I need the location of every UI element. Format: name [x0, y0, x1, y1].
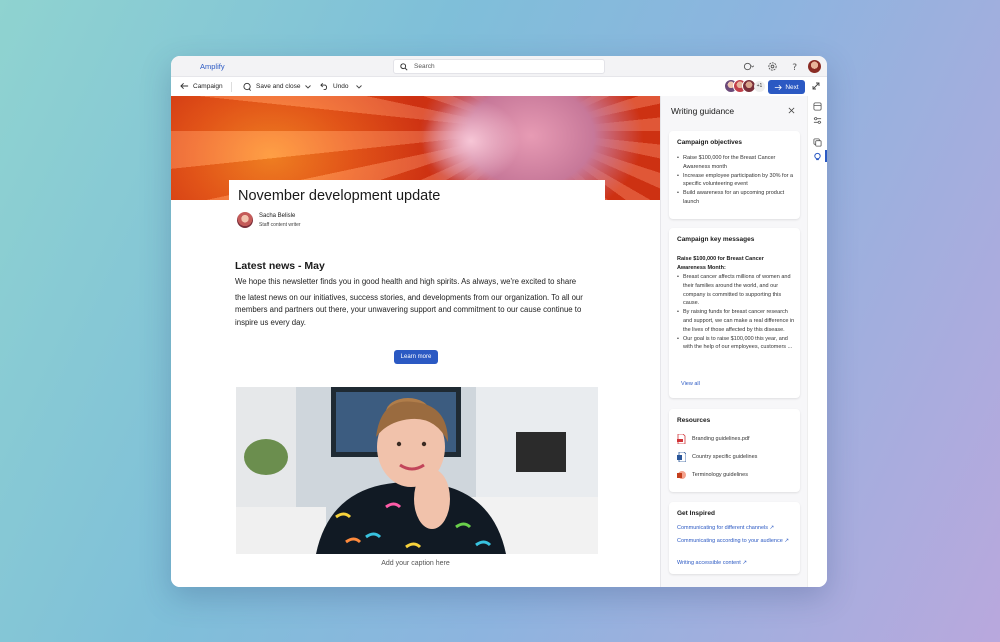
word-doc-icon	[677, 452, 686, 462]
card-title: Campaign objectives	[677, 139, 743, 146]
paragraph: We hope this newsletter finds you in goo…	[235, 277, 577, 286]
active-tab-indicator	[825, 150, 827, 162]
learn-more-button[interactable]: Learn more	[394, 350, 438, 364]
card-title: Resources	[677, 417, 711, 424]
resource-label: Country specific guidelines	[692, 454, 758, 460]
external-link-icon: ↗	[769, 525, 775, 531]
image-caption[interactable]: Add your caption here	[171, 560, 660, 567]
layout-icon[interactable]	[813, 102, 822, 111]
link-text[interactable]: Writing accessible content	[677, 560, 741, 566]
chevron-down-icon[interactable]	[356, 85, 362, 89]
list-item: By raising funds for breast cancer resea…	[677, 308, 795, 334]
author-avatar	[237, 212, 253, 228]
svg-text:?: ?	[792, 62, 797, 72]
inspiration-link[interactable]: Communicating for different channels ↗	[677, 524, 795, 533]
collaborator-count[interactable]: +1	[754, 81, 765, 92]
get-inspired-card: Get Inspired Communicating for different…	[669, 502, 800, 574]
title-card: November development update Sacha Belisl…	[229, 180, 605, 238]
save-label: Save and close	[256, 83, 301, 90]
copilot-icon[interactable]	[743, 61, 754, 72]
search-icon	[400, 63, 408, 71]
resource-item[interactable]: Country specific guidelines	[677, 452, 757, 462]
powerpoint-icon	[677, 471, 686, 479]
key-message-subtitle: Raise $100,000 for Breast Cancer Awarene…	[677, 256, 764, 271]
author-name: Sacha Belisle	[259, 213, 296, 219]
objectives-list: Raise $100,000 for the Breast Cancer Awa…	[677, 154, 795, 207]
paragraph: the latest news on our initiatives, succ…	[235, 293, 583, 327]
card-title: Get Inspired	[677, 510, 715, 517]
list-item: Increase employee participation by 30% f…	[677, 172, 795, 190]
chevron-down-icon[interactable]	[305, 85, 311, 89]
app-name[interactable]: Amplify	[200, 62, 225, 71]
resource-label: Branding guidelines.pdf	[692, 436, 750, 442]
undo-icon	[320, 82, 328, 90]
next-label: Next	[785, 83, 799, 91]
next-button[interactable]: Next	[768, 80, 805, 94]
key-messages-list: Breast cancer affects millions of women …	[677, 273, 795, 352]
author-role: Staff content writer	[259, 222, 301, 228]
external-link-icon: ↗	[742, 560, 747, 566]
arrow-right-icon	[775, 84, 783, 90]
pane-title: Writing guidance	[671, 106, 735, 116]
toolbar-divider	[231, 82, 232, 92]
section-heading[interactable]: Latest news - May	[235, 260, 325, 272]
newsletter-headline[interactable]: November development update	[238, 188, 440, 204]
back-to-campaign-button[interactable]: Campaign	[180, 82, 223, 90]
settings-icon[interactable]	[767, 61, 778, 72]
save-icon	[243, 82, 251, 91]
resource-label: Terminology guidelines	[692, 472, 748, 478]
expand-icon[interactable]	[812, 82, 820, 90]
campaign-key-messages-card: Campaign key messages Raise $100,000 for…	[669, 228, 800, 398]
article-photo[interactable]	[236, 387, 598, 554]
help-icon[interactable]: ?	[789, 61, 800, 72]
pdf-icon	[677, 434, 686, 444]
list-item: Build awareness for an upcoming product …	[677, 189, 795, 207]
resources-card: Resources Branding guidelines.pdf Countr…	[669, 409, 800, 492]
body-text[interactable]: We hope this newsletter finds you in goo…	[235, 276, 605, 329]
inspiration-link[interactable]: Communicating according to your audience…	[677, 537, 795, 546]
command-bar: Campaign Save and close Undo +1 Next	[171, 77, 827, 96]
list-item: Breast cancer affects millions of women …	[677, 273, 795, 308]
link-text[interactable]: Communicating for different channels	[677, 525, 768, 531]
settings-sliders-icon[interactable]	[813, 116, 822, 125]
profile-avatar[interactable]	[808, 60, 821, 73]
view-all-link[interactable]: View all	[681, 381, 700, 387]
newsletter-canvas: November development update Sacha Belisl…	[171, 96, 660, 587]
campaign-objectives-card: Campaign objectives Raise $100,000 for t…	[669, 131, 800, 219]
list-item: Raise $100,000 for the Breast Cancer Awa…	[677, 154, 795, 172]
close-icon[interactable]	[788, 107, 795, 114]
writing-guidance-icon[interactable]	[813, 152, 822, 161]
save-and-close-button[interactable]: Save and close	[243, 82, 300, 91]
right-rail	[807, 96, 827, 587]
undo-button[interactable]: Undo	[320, 82, 349, 90]
link-text[interactable]: Communicating according to your audience	[677, 538, 783, 544]
resource-item[interactable]: Branding guidelines.pdf	[677, 434, 750, 444]
inspiration-link[interactable]: Writing accessible content ↗	[677, 559, 795, 568]
back-label: Campaign	[193, 82, 223, 90]
back-arrow-icon	[180, 82, 189, 90]
list-item: Our goal is to raise $100,000 this year,…	[677, 335, 795, 353]
writing-guidance-pane: Writing guidance Campaign objectives Rai…	[660, 96, 807, 587]
woman-portrait-image	[236, 387, 598, 554]
app-window: Amplify Search ? Campaign Save and close…	[171, 56, 827, 587]
copy-icon[interactable]	[813, 138, 822, 147]
title-bar: Amplify Search ?	[171, 56, 827, 77]
external-link-icon: ↗	[784, 538, 789, 544]
card-title: Campaign key messages	[677, 236, 755, 243]
search-input[interactable]: Search	[414, 63, 435, 70]
undo-label: Undo	[333, 82, 349, 90]
search-box[interactable]: Search	[393, 59, 605, 74]
resource-item[interactable]: Terminology guidelines	[677, 470, 748, 480]
